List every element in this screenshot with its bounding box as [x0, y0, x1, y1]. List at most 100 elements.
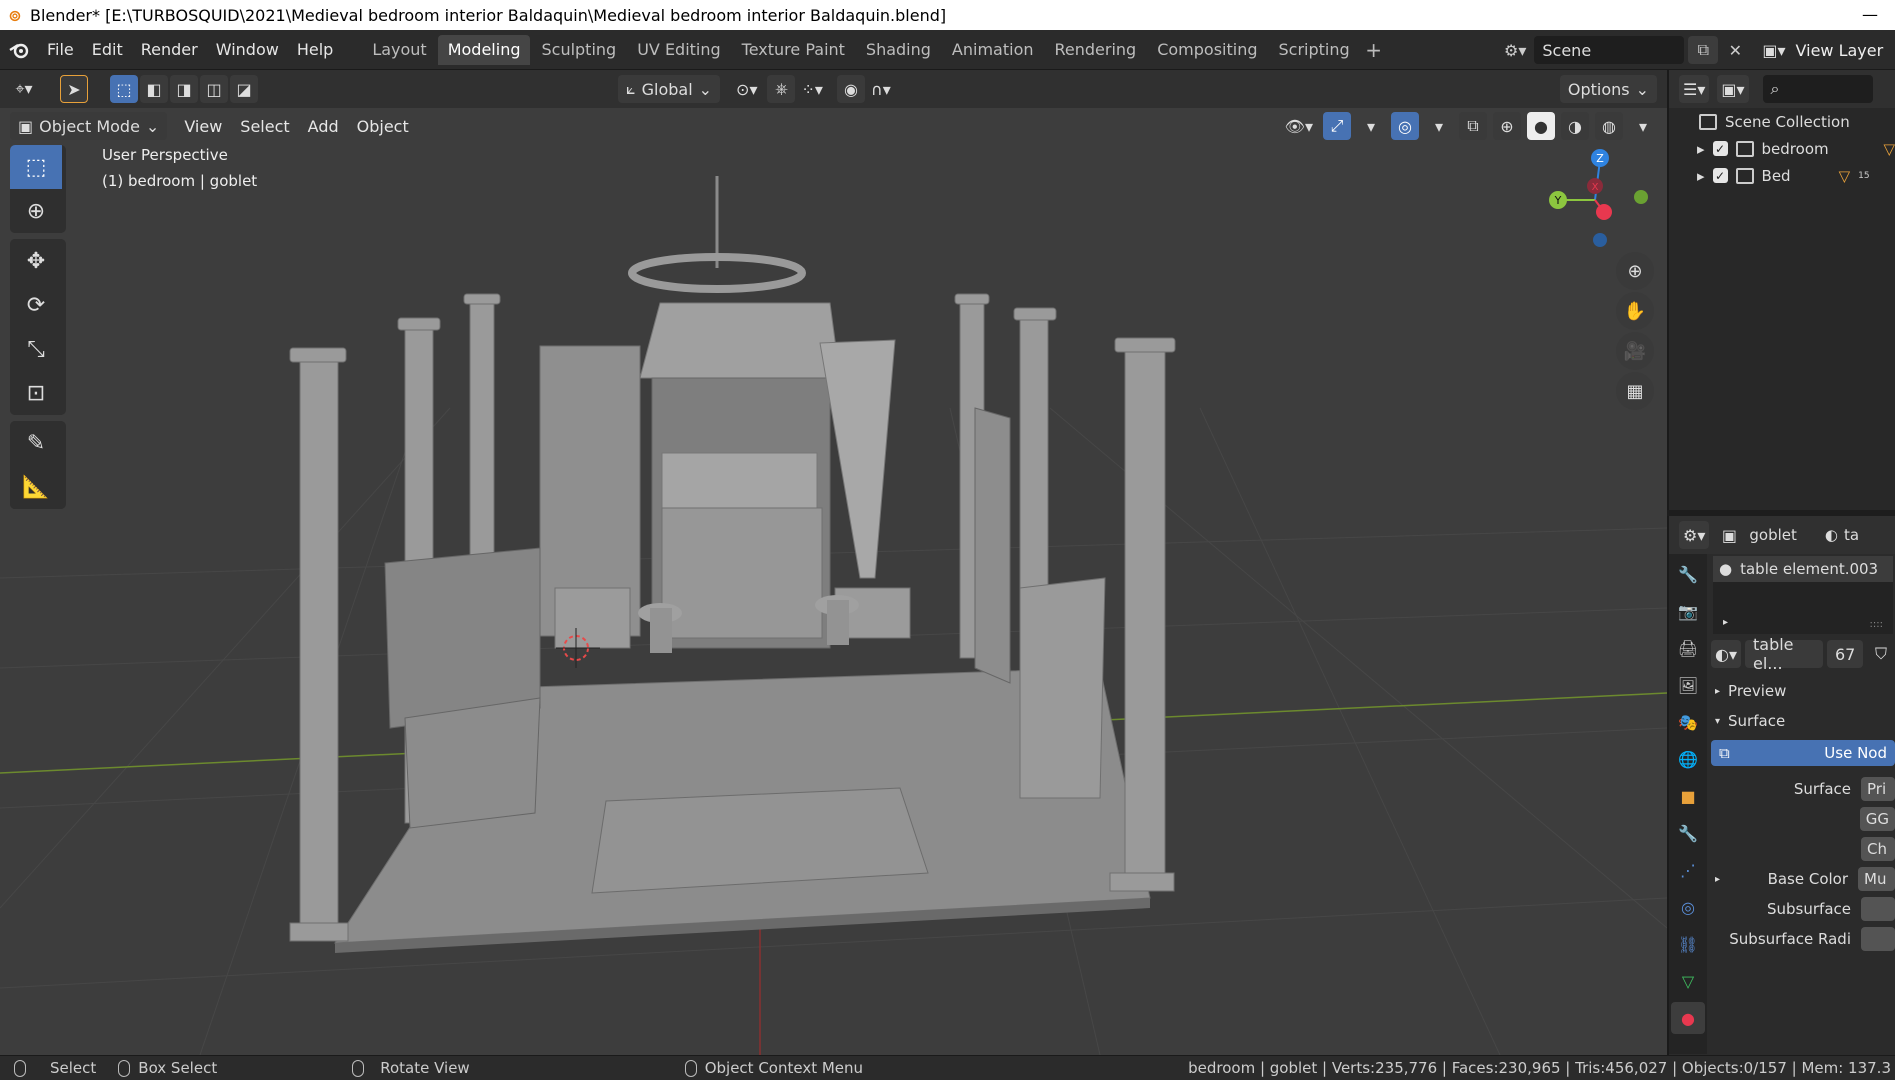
transform-tool-icon[interactable]: ⊡	[10, 371, 62, 415]
tool-tab-icon[interactable]: 🔧	[1671, 558, 1705, 590]
editor-type-icon[interactable]: ⌖▾	[10, 75, 38, 103]
output-tab-icon[interactable]: 🖨	[1671, 632, 1705, 664]
material-slot-item[interactable]: ● table element.003	[1713, 556, 1893, 582]
menu-render[interactable]: Render	[132, 35, 207, 65]
snap-target-icon[interactable]: ⁘▾	[797, 75, 826, 103]
select-subtract-icon[interactable]: ◨	[170, 75, 198, 103]
modifier-tab-icon[interactable]: 🔧	[1671, 817, 1705, 849]
minimize-button[interactable]: —	[1855, 4, 1885, 24]
use-nodes-button[interactable]: ⧉ Use Nod	[1711, 740, 1895, 766]
tab-layout[interactable]: Layout	[362, 35, 436, 65]
viewport-menu-add[interactable]: Add	[299, 111, 348, 141]
perspective-grid-icon[interactable]: ▦	[1616, 372, 1654, 410]
world-tab-icon[interactable]: 🌐	[1671, 743, 1705, 775]
visibility-icon[interactable]: 👁▾	[1281, 112, 1317, 140]
view-layer-icon[interactable]: ▣▾	[1758, 36, 1789, 64]
constraints-tab-icon[interactable]: ⛓	[1671, 928, 1705, 960]
menu-help[interactable]: Help	[288, 35, 342, 65]
expand-arrow-icon[interactable]: ▸	[1697, 140, 1705, 158]
menu-file[interactable]: File	[38, 35, 83, 65]
move-tool-icon[interactable]: ✥	[10, 239, 62, 283]
tab-animation[interactable]: Animation	[942, 35, 1044, 65]
object-tab-icon[interactable]: ■	[1671, 780, 1705, 812]
zoom-icon[interactable]: ⊕	[1616, 252, 1654, 290]
physics-tab-icon[interactable]: ◎	[1671, 891, 1705, 923]
camera-view-icon[interactable]: 🎥	[1616, 332, 1654, 370]
gizmo-toggle-icon[interactable]: ⤢	[1323, 112, 1351, 140]
select-tool-icon[interactable]: ➤	[60, 75, 88, 103]
outliner-editor-icon[interactable]: ☰▾	[1679, 75, 1710, 103]
expand-arrow-icon[interactable]: ▸	[1697, 167, 1705, 185]
material-shading-icon[interactable]: ◑	[1561, 112, 1589, 140]
xray-toggle-icon[interactable]: ⧉	[1459, 112, 1487, 140]
rotate-tool-icon[interactable]: ⟳	[10, 283, 62, 327]
add-workspace-icon[interactable]: +	[1361, 37, 1387, 63]
snap-toggle-icon[interactable]: ⎈	[767, 75, 796, 103]
outliner-item-bed[interactable]: ▸ ✓ Bed ▽ 15	[1669, 162, 1895, 189]
scene-icon[interactable]: ⚙▾	[1500, 36, 1530, 64]
exclude-checkbox[interactable]: ✓	[1712, 168, 1728, 183]
mode-dropdown[interactable]: ▣ Object Mode ⌄	[10, 112, 168, 140]
delete-scene-icon[interactable]: ✕	[1720, 36, 1750, 64]
subsurface-method-field[interactable]: Ch	[1861, 837, 1895, 861]
object-data-tab-icon[interactable]: ▽	[1671, 965, 1705, 997]
outliner-item-bedroom[interactable]: ▸ ✓ bedroom ▽	[1669, 135, 1895, 162]
overlay-dropdown-icon[interactable]: ▾	[1425, 112, 1453, 140]
tab-uv-editing[interactable]: UV Editing	[627, 35, 730, 65]
pan-hand-icon[interactable]: ✋	[1616, 292, 1654, 330]
tab-texture-paint[interactable]: Texture Paint	[732, 35, 855, 65]
material-tab-icon[interactable]: ●	[1671, 1002, 1705, 1034]
annotate-tool-icon[interactable]: ✎	[10, 421, 62, 465]
solid-shading-icon[interactable]: ●	[1527, 112, 1555, 140]
blender-logo-icon[interactable]	[0, 31, 38, 69]
tab-modeling[interactable]: Modeling	[437, 34, 531, 65]
fake-user-icon[interactable]: ⛉	[1867, 640, 1895, 668]
pivot-point-icon[interactable]: ⊙▾	[732, 75, 761, 103]
preview-section[interactable]: ▸ Preview	[1711, 676, 1895, 706]
wireframe-shading-icon[interactable]: ⊕	[1493, 112, 1521, 140]
tab-scripting[interactable]: Scripting	[1269, 35, 1360, 65]
browse-material-icon[interactable]: ◐▾	[1711, 640, 1741, 668]
select-box-tool-icon[interactable]: ⬚	[10, 145, 62, 189]
rendered-shading-icon[interactable]: ◍	[1595, 112, 1623, 140]
shading-dropdown-icon[interactable]: ▾	[1629, 112, 1657, 140]
navigation-gizmo[interactable]: Z Y X	[1540, 148, 1660, 258]
viewport-menu-object[interactable]: Object	[348, 111, 418, 141]
new-scene-icon[interactable]: ⧉	[1688, 36, 1719, 64]
options-dropdown[interactable]: Options ⌄	[1559, 75, 1657, 103]
distribution-field[interactable]: GG	[1859, 807, 1895, 831]
3d-viewport[interactable]	[0, 108, 1667, 1055]
view-layer-field[interactable]: View Layer	[1796, 41, 1884, 60]
exclude-checkbox[interactable]: ✓	[1712, 141, 1728, 156]
select-new-icon[interactable]: ⬚	[110, 75, 138, 103]
tab-compositing[interactable]: Compositing	[1147, 35, 1267, 65]
outliner-search-icon[interactable]: ⌕	[1762, 75, 1873, 103]
tab-rendering[interactable]: Rendering	[1045, 35, 1147, 65]
surface-shader-field[interactable]: Pri	[1861, 777, 1895, 801]
resize-handle-icon[interactable]: ::::	[1870, 619, 1883, 630]
select-extend-icon[interactable]: ◧	[140, 75, 168, 103]
properties-editor-icon[interactable]: ⚙▾	[1679, 521, 1710, 549]
material-slot-list[interactable]: ● table element.003 ▸ ::::	[1713, 556, 1893, 634]
view-layer-tab-icon[interactable]: 🖼	[1671, 669, 1705, 701]
falloff-icon[interactable]: ∩▾	[867, 75, 895, 103]
scale-tool-icon[interactable]: ⤡	[10, 327, 62, 371]
cursor-tool-icon[interactable]: ⊕	[10, 189, 62, 233]
material-users-count[interactable]: 67	[1827, 640, 1863, 668]
transform-orientation-dropdown[interactable]: ⟀ Global ⌄	[618, 75, 721, 103]
display-mode-icon[interactable]: ▣▾	[1717, 75, 1749, 103]
select-invert-icon[interactable]: ◫	[200, 75, 228, 103]
tab-sculpting[interactable]: Sculpting	[531, 35, 626, 65]
measure-tool-icon[interactable]: 📐	[10, 465, 62, 509]
subsurface-radius-field[interactable]	[1861, 927, 1895, 951]
menu-window[interactable]: Window	[207, 35, 288, 65]
expand-arrow-icon[interactable]: ▸	[1723, 617, 1728, 628]
subsurface-field[interactable]	[1861, 897, 1895, 921]
viewport-menu-view[interactable]: View	[175, 111, 231, 141]
menu-edit[interactable]: Edit	[83, 35, 132, 65]
overlay-toggle-icon[interactable]: ◎	[1391, 112, 1419, 140]
scene-tab-icon[interactable]: 🎭	[1671, 706, 1705, 738]
gizmo-dropdown-icon[interactable]: ▾	[1357, 112, 1385, 140]
scene-collection-row[interactable]: Scene Collection	[1669, 108, 1895, 135]
base-color-field[interactable]: Mu	[1858, 867, 1895, 891]
